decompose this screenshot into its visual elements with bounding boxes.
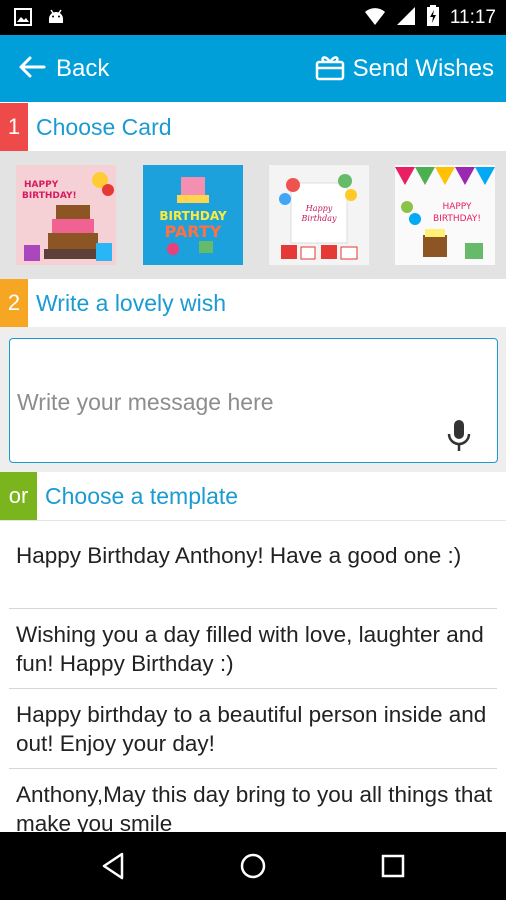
step-number: 1 xyxy=(0,103,28,151)
back-triangle-icon[interactable] xyxy=(98,850,130,882)
card-happy-birthday-cake[interactable]: HAPPY BIRTHDAY! xyxy=(16,165,116,265)
recents-square-icon[interactable] xyxy=(377,850,409,882)
svg-text:BIRTHDAY!: BIRTHDAY! xyxy=(433,214,481,224)
card-balloons[interactable]: Happy Birthday xyxy=(269,165,369,265)
template-item[interactable]: Happy birthday to a beautiful person ins… xyxy=(9,689,497,769)
step-write-wish: 2 Write a lovely wish xyxy=(0,279,506,327)
step-number: or xyxy=(0,472,37,520)
step-choose-template: or Choose a template xyxy=(0,472,506,520)
send-wishes-label: Send Wishes xyxy=(352,54,494,82)
navigation-bar xyxy=(0,832,506,900)
microphone-icon[interactable] xyxy=(445,419,473,457)
battery-charging-icon xyxy=(426,5,440,31)
template-item[interactable]: Anthony,May this day bring to you all th… xyxy=(9,769,497,832)
svg-text:Happy: Happy xyxy=(305,204,333,213)
step-title: Write a lovely wish xyxy=(36,289,227,316)
signal-icon xyxy=(396,6,416,30)
template-text: Wishing you a day filled with love, laug… xyxy=(16,622,484,676)
message-placeholder: Write your message here xyxy=(17,389,274,415)
template-item[interactable]: Happy Birthday Anthony! Have a good one … xyxy=(9,521,497,609)
back-label: Back xyxy=(56,54,110,82)
svg-text:HAPPY: HAPPY xyxy=(442,202,472,212)
svg-text:BIRTHDAY: BIRTHDAY xyxy=(159,209,227,223)
template-list: Happy Birthday Anthony! Have a good one … xyxy=(0,520,506,832)
send-wishes-button[interactable]: Send Wishes xyxy=(315,35,494,102)
template-text: Happy birthday to a beautiful person ins… xyxy=(16,702,487,756)
template-text: Happy Birthday Anthony! Have a good one … xyxy=(16,543,462,568)
step-choose-card: 1 Choose Card xyxy=(0,103,506,151)
svg-text:PARTY: PARTY xyxy=(165,222,222,241)
status-bar: 11:17 xyxy=(0,0,506,35)
card-bunting[interactable]: HAPPY BIRTHDAY! xyxy=(395,165,495,265)
arrow-left-icon xyxy=(18,55,46,83)
status-time: 11:17 xyxy=(449,7,496,28)
template-text: Anthony,May this day bring to you all th… xyxy=(16,782,493,832)
svg-text:Birthday: Birthday xyxy=(300,214,337,223)
app-bar: Back Send Wishes xyxy=(0,35,506,102)
gift-icon xyxy=(315,53,345,85)
step-title: Choose Card xyxy=(36,113,172,140)
svg-text:BIRTHDAY!: BIRTHDAY! xyxy=(22,191,77,201)
back-button[interactable]: Back xyxy=(18,35,109,102)
card-birthday-party[interactable]: BIRTHDAY PARTY xyxy=(143,165,243,265)
step-number: 2 xyxy=(0,279,28,327)
android-icon xyxy=(46,7,66,31)
message-input[interactable]: Write your message here xyxy=(9,338,498,463)
template-item[interactable]: Wishing you a day filled with love, laug… xyxy=(9,609,497,689)
wifi-icon xyxy=(364,6,386,30)
image-icon xyxy=(14,8,32,30)
svg-text:HAPPY: HAPPY xyxy=(24,180,59,190)
home-circle-icon[interactable] xyxy=(237,850,269,882)
card-carousel[interactable]: HAPPY BIRTHDAY! BIRTHDAY PARTY Happy Bir… xyxy=(0,151,506,279)
step-title: Choose a template xyxy=(45,482,239,509)
